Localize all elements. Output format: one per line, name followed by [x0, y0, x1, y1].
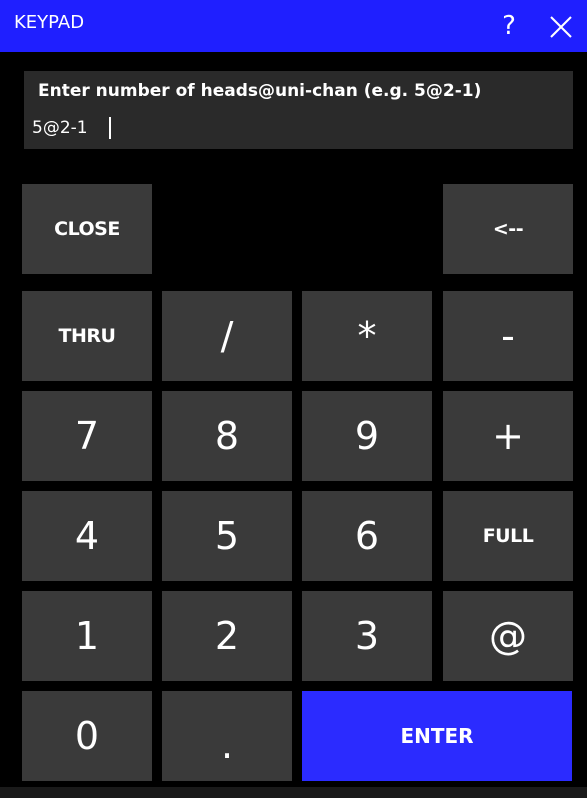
dot-key[interactable]: .: [162, 691, 292, 781]
key-4[interactable]: 4: [22, 491, 152, 581]
close-window-button[interactable]: [548, 14, 574, 40]
at-key[interactable]: @: [443, 591, 573, 681]
thru-key[interactable]: THRU: [22, 291, 152, 381]
key-3[interactable]: 3: [302, 591, 432, 681]
key-0[interactable]: 0: [22, 691, 152, 781]
backspace-key[interactable]: <--: [443, 184, 573, 274]
window-title: KEYPAD: [14, 12, 85, 33]
minus-key[interactable]: -: [443, 291, 573, 381]
key-7[interactable]: 7: [22, 391, 152, 481]
close-key[interactable]: CLOSE: [22, 184, 152, 274]
help-button[interactable]: ?: [493, 8, 525, 44]
key-2[interactable]: 2: [162, 591, 292, 681]
asterisk-key[interactable]: *: [302, 291, 432, 381]
key-8[interactable]: 8: [162, 391, 292, 481]
full-key[interactable]: FULL: [443, 491, 573, 581]
plus-key[interactable]: +: [443, 391, 573, 481]
text-caret: [109, 117, 111, 139]
prompt-panel: Enter number of heads@uni-chan (e.g. 5@2…: [24, 71, 573, 149]
close-icon: [550, 16, 572, 38]
key-6[interactable]: 6: [302, 491, 432, 581]
title-bar: KEYPAD ?: [0, 0, 587, 52]
key-1[interactable]: 1: [22, 591, 152, 681]
enter-button[interactable]: ENTER: [302, 691, 572, 781]
key-9[interactable]: 9: [302, 391, 432, 481]
key-5[interactable]: 5: [162, 491, 292, 581]
window-bottom-frame: [0, 787, 587, 798]
prompt-label: Enter number of heads@uni-chan (e.g. 5@2…: [38, 81, 482, 101]
slash-key[interactable]: /: [162, 291, 292, 381]
